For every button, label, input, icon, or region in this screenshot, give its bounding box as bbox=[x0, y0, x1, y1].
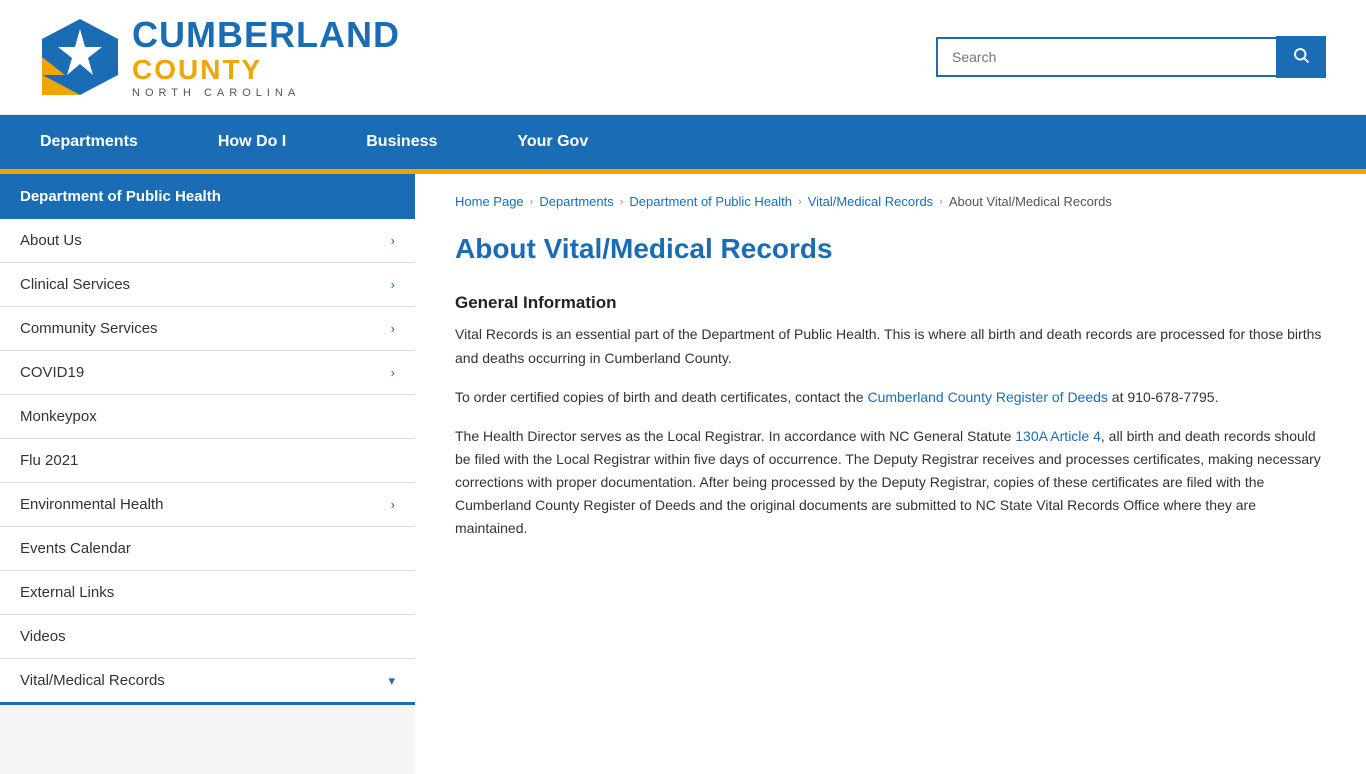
breadcrumb-dept-public-health[interactable]: Department of Public Health bbox=[629, 194, 792, 209]
content-area: Department of Public Health About Us › C… bbox=[0, 174, 1366, 774]
sidebar-arrow-icon: › bbox=[391, 233, 395, 248]
search-button[interactable] bbox=[1276, 36, 1326, 78]
sidebar-arrow-icon: › bbox=[391, 497, 395, 512]
sidebar-expand-icon: ▾ bbox=[388, 673, 395, 689]
breadcrumb-sep-2: › bbox=[620, 196, 624, 208]
sidebar-header: Department of Public Health bbox=[0, 174, 415, 219]
body-paragraph-3: The Health Director serves as the Local … bbox=[455, 425, 1326, 540]
sidebar-item-vital-records[interactable]: Vital/Medical Records ▾ bbox=[0, 659, 415, 705]
sidebar-item-environmental[interactable]: Environmental Health › bbox=[0, 483, 415, 527]
search-icon bbox=[1292, 46, 1310, 64]
section-heading-general: General Information bbox=[455, 293, 1326, 313]
sidebar-item-label: External Links bbox=[20, 584, 114, 601]
page-title: About Vital/Medical Records bbox=[455, 233, 1326, 265]
breadcrumb-current: About Vital/Medical Records bbox=[949, 194, 1112, 209]
sidebar-item-label: Environmental Health bbox=[20, 496, 163, 513]
breadcrumb-sep-3: › bbox=[798, 196, 802, 208]
sidebar-item-monkeypox[interactable]: Monkeypox bbox=[0, 395, 415, 439]
breadcrumb-departments[interactable]: Departments bbox=[539, 194, 613, 209]
sidebar-item-community[interactable]: Community Services › bbox=[0, 307, 415, 351]
breadcrumb-home[interactable]: Home Page bbox=[455, 194, 524, 209]
sidebar-item-label: Community Services bbox=[20, 320, 158, 337]
breadcrumb-vital-records[interactable]: Vital/Medical Records bbox=[808, 194, 933, 209]
logo-nc: NORTH CAROLINA bbox=[132, 87, 400, 99]
register-of-deeds-link[interactable]: Cumberland County Register of Deeds bbox=[867, 389, 1107, 405]
sidebar-item-external[interactable]: External Links bbox=[0, 571, 415, 615]
nav-your-gov[interactable]: Your Gov bbox=[517, 115, 668, 169]
sidebar-item-events[interactable]: Events Calendar bbox=[0, 527, 415, 571]
sidebar-item-label: Clinical Services bbox=[20, 276, 130, 293]
logo-county: COUNTY bbox=[132, 55, 400, 86]
nav-business[interactable]: Business bbox=[366, 115, 517, 169]
breadcrumb: Home Page › Departments › Department of … bbox=[455, 194, 1326, 209]
sidebar-item-clinical[interactable]: Clinical Services › bbox=[0, 263, 415, 307]
breadcrumb-sep-1: › bbox=[530, 196, 534, 208]
body-paragraph-1: Vital Records is an essential part of th… bbox=[455, 323, 1326, 369]
search-area bbox=[936, 36, 1326, 78]
sidebar-item-flu[interactable]: Flu 2021 bbox=[0, 439, 415, 483]
sidebar-item-videos[interactable]: Videos bbox=[0, 615, 415, 659]
statute-link[interactable]: 130A Article 4 bbox=[1015, 428, 1101, 444]
site-header: CUMBERLAND COUNTY NORTH CAROLINA bbox=[0, 0, 1366, 115]
sidebar-item-label: Monkeypox bbox=[20, 408, 97, 425]
sidebar-arrow-icon: › bbox=[391, 321, 395, 336]
nav-how-do-i[interactable]: How Do I bbox=[218, 115, 366, 169]
sidebar-item-label: Videos bbox=[20, 628, 66, 645]
breadcrumb-sep-4: › bbox=[939, 196, 943, 208]
main-content: Home Page › Departments › Department of … bbox=[415, 174, 1366, 774]
sidebar-item-covid[interactable]: COVID19 › bbox=[0, 351, 415, 395]
sidebar-item-label: Flu 2021 bbox=[20, 452, 78, 469]
sidebar-item-label: About Us bbox=[20, 232, 82, 249]
main-nav: Departments How Do I Business Your Gov bbox=[0, 115, 1366, 169]
sidebar-arrow-icon: › bbox=[391, 365, 395, 380]
sidebar-item-label: COVID19 bbox=[20, 364, 84, 381]
sidebar-item-label: Events Calendar bbox=[20, 540, 131, 557]
logo-cumberland: CUMBERLAND bbox=[132, 15, 400, 55]
nav-departments[interactable]: Departments bbox=[40, 115, 218, 169]
logo-text: CUMBERLAND COUNTY NORTH CAROLINA bbox=[132, 15, 400, 99]
sidebar-item-about-us[interactable]: About Us › bbox=[0, 219, 415, 263]
logo-icon bbox=[40, 17, 120, 97]
body-paragraph-2: To order certified copies of birth and d… bbox=[455, 386, 1326, 409]
sidebar-arrow-icon: › bbox=[391, 277, 395, 292]
search-input[interactable] bbox=[936, 37, 1276, 77]
sidebar-item-label: Vital/Medical Records bbox=[20, 672, 165, 689]
logo-area: CUMBERLAND COUNTY NORTH CAROLINA bbox=[40, 15, 400, 99]
sidebar: Department of Public Health About Us › C… bbox=[0, 174, 415, 774]
